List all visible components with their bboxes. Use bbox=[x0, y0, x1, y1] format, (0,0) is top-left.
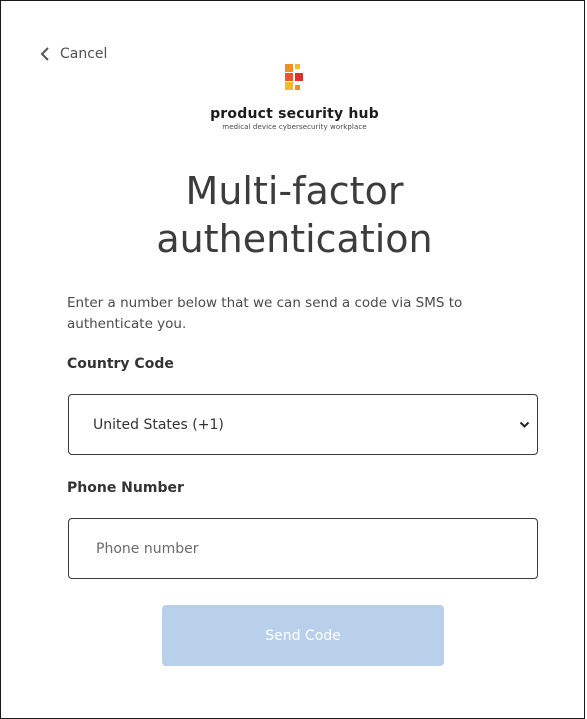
product-security-hub-logo-icon bbox=[284, 64, 303, 90]
country-code-value: United States (+1) bbox=[93, 416, 224, 433]
auth-dialog: Cancel product security hub medical devi… bbox=[0, 0, 585, 719]
cancel-label: Cancel bbox=[60, 46, 108, 62]
instructions-text: Enter a number below that we can send a … bbox=[67, 295, 463, 332]
country-code-select[interactable]: United States (+1) bbox=[68, 394, 538, 455]
page-title-line-2: authentication bbox=[156, 217, 433, 261]
page-title: Multi-factor authentication bbox=[1, 167, 587, 263]
cancel-button[interactable]: Cancel bbox=[39, 45, 107, 63]
brand-tagline: medical device cybersecurity workplace bbox=[222, 123, 367, 131]
send-code-button[interactable]: Send Code bbox=[162, 605, 444, 666]
brand-name: product security hub bbox=[210, 106, 379, 122]
country-code-label: Country Code bbox=[67, 356, 174, 372]
phone-number-label: Phone Number bbox=[67, 480, 184, 496]
phone-number-input[interactable] bbox=[68, 518, 538, 579]
chevron-down-icon bbox=[519, 421, 530, 428]
brand-logo: product security hub medical device cybe… bbox=[1, 63, 587, 132]
page-title-line-1: Multi-factor bbox=[185, 169, 404, 213]
chevron-left-icon bbox=[40, 47, 49, 61]
